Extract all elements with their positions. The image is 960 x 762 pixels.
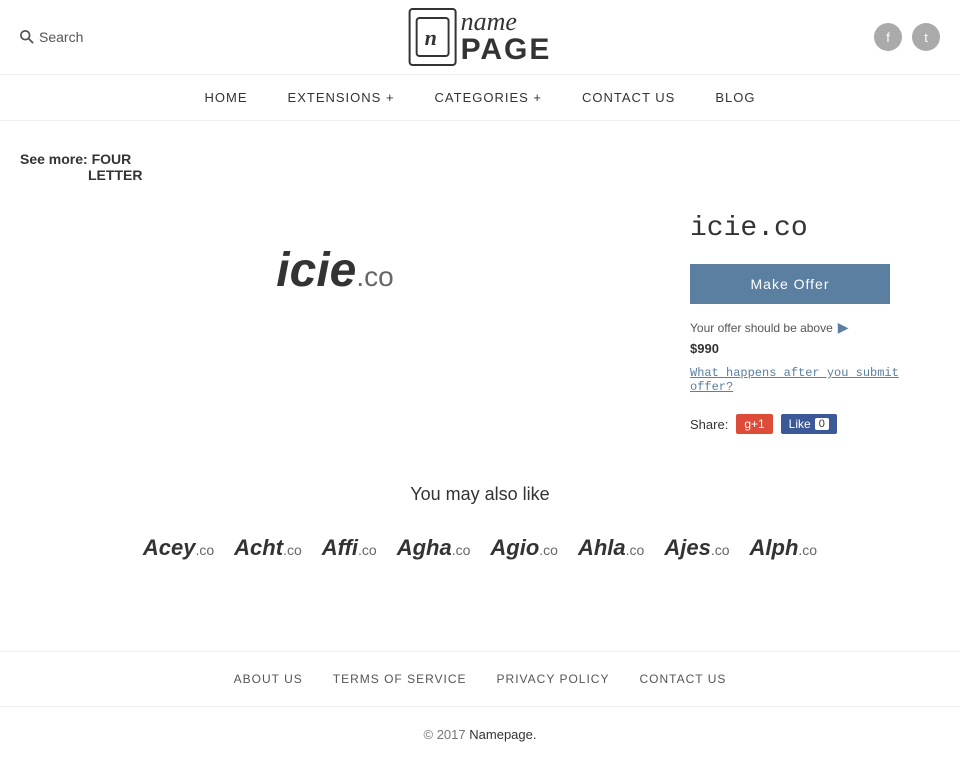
see-more-label: See more: bbox=[20, 151, 88, 167]
footer-nav: ABOUT US TERMS OF SERVICE PRIVACY POLICY… bbox=[0, 652, 960, 707]
domain-logo-text: icie.co bbox=[276, 243, 393, 298]
product-area: icie.co icie.co Make Offer Your offer sh… bbox=[20, 203, 940, 434]
breadcrumb: See more: FOUR LETTER bbox=[20, 151, 940, 183]
offer-hint: Your offer should be above ▶ bbox=[690, 319, 940, 336]
svg-text:n: n bbox=[425, 25, 437, 50]
list-item[interactable]: Acey.co bbox=[143, 535, 214, 561]
footer-privacy[interactable]: PRIVACY POLICY bbox=[497, 672, 610, 686]
search-area[interactable]: Search bbox=[20, 29, 83, 45]
fb-like-count: 0 bbox=[815, 418, 829, 430]
also-like-title: You may also like bbox=[20, 484, 940, 505]
logo-name: name bbox=[461, 9, 552, 35]
twitter-icon[interactable]: t bbox=[912, 23, 940, 51]
list-item[interactable]: Agio.co bbox=[490, 535, 558, 561]
main-nav: HOME EXTENSIONS + CATEGORIES + CONTACT U… bbox=[0, 75, 960, 121]
nav-extensions[interactable]: EXTENSIONS + bbox=[288, 90, 395, 105]
logo-page: PAGE bbox=[461, 35, 552, 65]
list-item[interactable]: Acht.co bbox=[234, 535, 302, 561]
offer-hint-arrow: ▶ bbox=[838, 319, 849, 336]
search-icon bbox=[20, 30, 34, 44]
breadcrumb-line2[interactable]: LETTER bbox=[88, 167, 940, 183]
also-like-section: You may also like Acey.co Acht.co Affi.c… bbox=[20, 484, 940, 561]
logo-text: name PAGE bbox=[461, 9, 552, 65]
list-item[interactable]: Agha.co bbox=[397, 535, 471, 561]
list-item[interactable]: Ahla.co bbox=[578, 535, 644, 561]
list-item[interactable]: Alph.co bbox=[750, 535, 818, 561]
domain-title: icie.co bbox=[690, 213, 940, 244]
fb-like-button[interactable]: Like 0 bbox=[781, 414, 837, 434]
footer-terms[interactable]: TERMS OF SERVICE bbox=[333, 672, 467, 686]
social-icons: f t bbox=[874, 23, 940, 51]
nav-home[interactable]: HOME bbox=[205, 90, 248, 105]
footer-contact[interactable]: CONTACT US bbox=[639, 672, 726, 686]
share-area: Share: g+1 Like 0 bbox=[690, 414, 940, 434]
footer-copyright: © 2017 Namepage. bbox=[0, 707, 960, 762]
what-happens-link[interactable]: What happens after you submit offer? bbox=[690, 366, 940, 394]
footer-brand-link[interactable]: Namepage. bbox=[469, 727, 536, 742]
domain-logo-display: icie.co bbox=[20, 203, 650, 338]
offer-price: $990 bbox=[690, 341, 940, 356]
facebook-icon[interactable]: f bbox=[874, 23, 902, 51]
make-offer-button[interactable]: Make Offer bbox=[690, 264, 890, 304]
nav-blog[interactable]: BLOG bbox=[715, 90, 755, 105]
domain-cards: Acey.co Acht.co Affi.co Agha.co Agio.co … bbox=[20, 535, 940, 561]
logo-icon-svg: n bbox=[416, 17, 450, 57]
main-content: See more: FOUR LETTER icie.co icie.co Ma… bbox=[0, 121, 960, 591]
domain-display-tld: .co bbox=[356, 261, 393, 292]
search-label: Search bbox=[39, 29, 83, 45]
domain-display-name: icie bbox=[276, 244, 356, 297]
nav-contact[interactable]: CONTACT US bbox=[582, 90, 675, 105]
domain-info: icie.co Make Offer Your offer should be … bbox=[690, 203, 940, 434]
breadcrumb-line1[interactable]: FOUR bbox=[92, 151, 132, 167]
logo-icon: n bbox=[409, 8, 457, 66]
nav-categories[interactable]: CATEGORIES + bbox=[435, 90, 542, 105]
site-logo[interactable]: n name PAGE bbox=[409, 8, 552, 66]
gplus-button[interactable]: g+1 bbox=[736, 414, 772, 434]
site-footer: ABOUT US TERMS OF SERVICE PRIVACY POLICY… bbox=[0, 651, 960, 762]
fb-like-label: Like bbox=[789, 417, 811, 431]
site-header: Search n name PAGE f t bbox=[0, 0, 960, 75]
share-label: Share: bbox=[690, 417, 728, 432]
list-item[interactable]: Affi.co bbox=[322, 535, 377, 561]
list-item[interactable]: Ajes.co bbox=[664, 535, 729, 561]
footer-about[interactable]: ABOUT US bbox=[234, 672, 303, 686]
